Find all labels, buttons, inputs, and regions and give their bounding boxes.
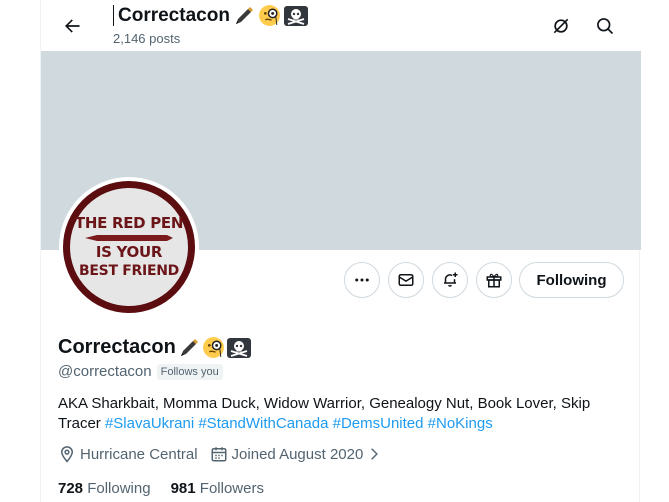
bell-plus-icon	[444, 272, 458, 287]
search-button[interactable]	[588, 9, 622, 43]
location-item: Hurricane Central	[58, 445, 198, 463]
header-post-count: 2,146 posts	[113, 31, 181, 46]
profile-name-row: Correctacon	[58, 336, 251, 359]
hashtag-link[interactable]: #NoKings	[428, 415, 493, 432]
top-bar: Correctacon 2,146 posts	[41, 0, 641, 51]
followers-count: 981	[170, 480, 196, 497]
monocle-face-icon	[202, 337, 224, 358]
follow-stats: 728 Following 981 Followers	[58, 480, 264, 497]
avatar-text-line1: THE RED PEN	[74, 214, 184, 232]
profile-bio: AKA Sharkbait, Momma Duck, Widow Warrior…	[58, 394, 618, 434]
profile-name: Correctacon	[58, 336, 176, 358]
follows-you-badge: Follows you	[156, 363, 223, 380]
pen-icon	[180, 338, 198, 356]
text-cursor	[113, 5, 114, 26]
notifications-button[interactable]	[432, 262, 468, 298]
red-pen-graphic	[85, 235, 173, 241]
grok-icon	[553, 18, 569, 34]
joined-item[interactable]: Joined August 2020	[210, 445, 382, 463]
monocle-face-icon	[258, 5, 280, 26]
hashtag-link[interactable]: #DemsUnited	[333, 415, 424, 432]
avatar-text-line2: IS YOUR	[95, 243, 163, 261]
header-title: Correctacon	[113, 4, 308, 27]
search-icon	[597, 18, 614, 35]
chevron-right-icon	[371, 448, 379, 460]
arrow-left-icon	[65, 19, 80, 33]
following-stat[interactable]: 728 Following	[58, 480, 151, 497]
skull-crossbones-icon	[226, 337, 251, 358]
pen-icon	[235, 6, 253, 24]
following-button[interactable]: Following	[519, 262, 624, 298]
profile-meta: Hurricane Central Joined August 2020	[58, 445, 393, 463]
message-button[interactable]	[388, 262, 424, 298]
skull-crossbones-icon	[283, 5, 308, 26]
avatar-image: THE RED PEN IS YOUR BEST FRIEND	[63, 181, 195, 313]
profile-handle: @correctacon	[58, 363, 152, 380]
followers-stat[interactable]: 981 Followers	[171, 480, 264, 497]
back-button[interactable]	[55, 9, 89, 43]
header-name: Correctacon	[118, 4, 230, 26]
location-text: Hurricane Central	[80, 445, 198, 463]
joined-text: Joined August 2020	[231, 445, 364, 463]
avatar[interactable]: THE RED PEN IS YOUR BEST FRIEND	[59, 177, 199, 317]
location-pin-icon	[60, 446, 74, 463]
gift-button[interactable]	[476, 262, 512, 298]
gift-icon	[486, 273, 502, 288]
more-button[interactable]	[344, 262, 380, 298]
followers-label: Followers	[199, 480, 264, 497]
hashtag-link[interactable]: #SlavaUkrani	[105, 415, 194, 432]
following-label: Following	[87, 480, 151, 497]
calendar-icon	[211, 447, 227, 462]
envelope-icon	[398, 274, 414, 286]
grok-button[interactable]	[544, 9, 578, 43]
more-dots-icon	[355, 278, 369, 282]
handle-row: @correctacon Follows you	[58, 363, 223, 380]
following-count: 728	[58, 480, 84, 497]
avatar-text-line3: BEST FRIEND	[79, 263, 179, 279]
hashtag-link[interactable]: #StandWithCanada	[198, 415, 328, 432]
profile-column: Correctacon 2,146 posts THE RED PEN IS Y…	[40, 0, 641, 502]
